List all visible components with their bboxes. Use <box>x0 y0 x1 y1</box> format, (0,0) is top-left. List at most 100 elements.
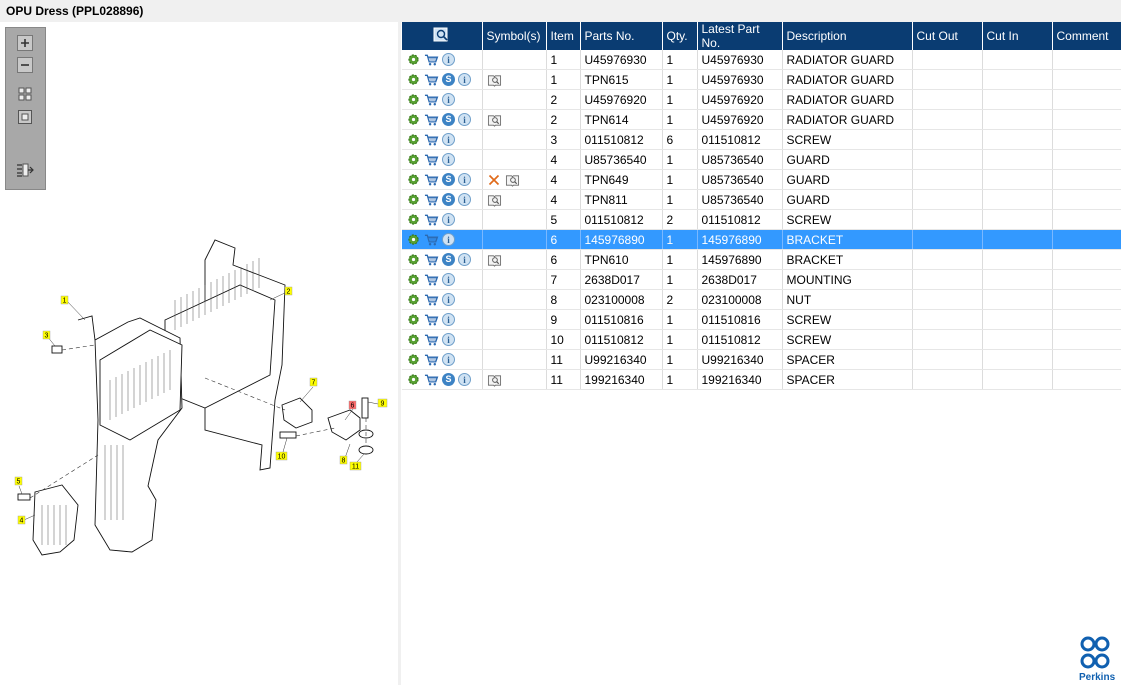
table-row[interactable]: i 7 2638D017 1 2638D017 MOUNTING <box>402 269 1121 290</box>
cart-icon[interactable] <box>424 52 439 67</box>
callout-3[interactable]: 3 <box>42 330 56 347</box>
table-row[interactable]: i 3 011510812 6 011510812 SCREW <box>402 129 1121 150</box>
table-row[interactable]: Si 11 199216340 1 199216340 SPACER <box>402 369 1121 390</box>
cell-cut-in[interactable] <box>982 269 1053 290</box>
info-icon[interactable]: i <box>442 333 455 346</box>
callout-11[interactable]: 11 <box>349 453 365 471</box>
callout-8[interactable]: 8 <box>339 443 351 465</box>
pane-splitter[interactable] <box>398 22 401 685</box>
callout-10[interactable]: 10 <box>275 437 288 461</box>
callout-5[interactable]: 5 <box>14 476 23 495</box>
cell-cut-in[interactable] <box>982 89 1053 110</box>
supersession-icon[interactable]: S <box>442 253 455 266</box>
info-icon[interactable]: i <box>442 233 455 246</box>
cell-cut-out[interactable] <box>912 69 983 90</box>
cell-cut-in[interactable] <box>982 349 1053 370</box>
cart-icon[interactable] <box>424 252 439 267</box>
toggle-list-icon[interactable] <box>16 161 34 179</box>
cell-comment[interactable] <box>1052 309 1121 330</box>
column-header-item[interactable]: Item <box>546 22 581 50</box>
gear-icon[interactable] <box>406 112 421 127</box>
supersession-icon[interactable]: S <box>442 73 455 86</box>
cell-cut-out[interactable] <box>912 249 983 270</box>
info-icon[interactable]: i <box>458 193 471 206</box>
cart-icon[interactable] <box>424 212 439 227</box>
cart-icon[interactable] <box>424 192 439 207</box>
cell-cut-out[interactable] <box>912 349 983 370</box>
cell-comment[interactable] <box>1052 129 1121 150</box>
book-search-icon[interactable] <box>505 172 520 187</box>
callout-7[interactable]: 7 <box>299 377 318 403</box>
supersession-icon[interactable]: S <box>442 113 455 126</box>
supersession-icon[interactable]: S <box>442 193 455 206</box>
cart-icon[interactable] <box>424 312 439 327</box>
table-row[interactable]: Si 4 TPN649 1 U85736540 GUARD <box>402 169 1121 190</box>
gear-icon[interactable] <box>406 252 421 267</box>
table-row[interactable]: i 10 011510812 1 011510812 SCREW <box>402 329 1121 350</box>
gear-icon[interactable] <box>406 352 421 367</box>
book-search-icon[interactable] <box>487 112 502 127</box>
cell-comment[interactable] <box>1052 249 1121 270</box>
gear-icon[interactable] <box>406 332 421 347</box>
cell-comment[interactable] <box>1052 109 1121 130</box>
gear-icon[interactable] <box>406 72 421 87</box>
cell-cut-in[interactable] <box>982 209 1053 230</box>
cart-icon[interactable] <box>424 132 439 147</box>
cart-icon[interactable] <box>424 292 439 307</box>
cell-cut-in[interactable] <box>982 329 1053 350</box>
gear-icon[interactable] <box>406 172 421 187</box>
cell-cut-out[interactable] <box>912 129 983 150</box>
column-header-description[interactable]: Description <box>782 22 913 50</box>
table-row[interactable]: Si 2 TPN614 1 U45976920 RADIATOR GUARD <box>402 109 1121 130</box>
info-icon[interactable]: i <box>458 373 471 386</box>
gear-icon[interactable] <box>406 132 421 147</box>
cart-icon[interactable] <box>424 112 439 127</box>
book-search-icon[interactable] <box>487 192 502 207</box>
cart-icon[interactable] <box>424 352 439 367</box>
cell-cut-out[interactable] <box>912 189 983 210</box>
table-row[interactable]: Si 4 TPN811 1 U85736540 GUARD <box>402 189 1121 210</box>
cell-cut-in[interactable] <box>982 309 1053 330</box>
cell-cut-out[interactable] <box>912 289 983 310</box>
table-row[interactable]: i 11 U99216340 1 U99216340 SPACER <box>402 349 1121 370</box>
column-header-symbols[interactable]: Symbol(s) <box>482 22 547 50</box>
gear-icon[interactable] <box>406 312 421 327</box>
table-row[interactable]: Si 6 TPN610 1 145976890 BRACKET <box>402 249 1121 270</box>
cell-cut-in[interactable] <box>982 289 1053 310</box>
info-icon[interactable]: i <box>442 273 455 286</box>
callout-9[interactable]: 9 <box>367 398 388 408</box>
book-search-icon[interactable] <box>487 72 502 87</box>
info-icon[interactable]: i <box>442 293 455 306</box>
column-header-latest-part-no[interactable]: Latest Part No. <box>697 22 783 50</box>
cell-comment[interactable] <box>1052 329 1121 350</box>
find-icon[interactable] <box>433 27 451 43</box>
cell-cut-out[interactable] <box>912 229 983 250</box>
callout-1[interactable]: 1 <box>60 295 86 321</box>
cell-comment[interactable] <box>1052 69 1121 90</box>
info-icon[interactable]: i <box>458 253 471 266</box>
column-header-tools[interactable] <box>402 22 483 50</box>
cell-cut-in[interactable] <box>982 149 1053 170</box>
book-search-icon[interactable] <box>487 372 502 387</box>
cell-cut-in[interactable] <box>982 189 1053 210</box>
cell-cut-in[interactable] <box>982 69 1053 90</box>
gear-icon[interactable] <box>406 372 421 387</box>
zoom-out-icon[interactable] <box>16 56 34 74</box>
supersession-icon[interactable]: S <box>442 373 455 386</box>
info-icon[interactable]: i <box>458 113 471 126</box>
cart-icon[interactable] <box>424 152 439 167</box>
info-icon[interactable]: i <box>458 173 471 186</box>
cell-comment[interactable] <box>1052 369 1121 390</box>
cell-cut-in[interactable] <box>982 129 1053 150</box>
column-header-cut-in[interactable]: Cut In <box>982 22 1053 50</box>
cell-cut-in[interactable] <box>982 229 1053 250</box>
cell-cut-out[interactable] <box>912 329 983 350</box>
info-icon[interactable]: i <box>442 313 455 326</box>
cell-cut-out[interactable] <box>912 369 983 390</box>
cart-icon[interactable] <box>424 72 439 87</box>
fit-all-icon[interactable] <box>16 85 34 103</box>
cross-icon[interactable] <box>487 172 502 187</box>
info-icon[interactable]: i <box>442 353 455 366</box>
table-row[interactable]: i 8 023100008 2 023100008 NUT <box>402 289 1121 310</box>
table-row[interactable]: i 1 U45976930 1 U45976930 RADIATOR GUARD <box>402 50 1121 70</box>
